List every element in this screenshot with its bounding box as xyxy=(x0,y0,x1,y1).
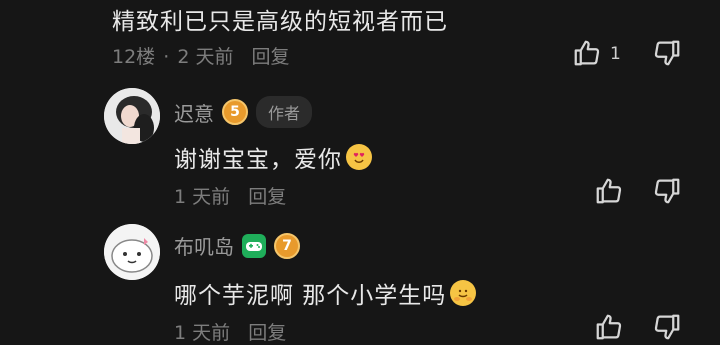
comment-meta: 1 天前 回复 xyxy=(174,182,286,209)
comment-body: 谢谢宝宝，爱你 xyxy=(174,140,372,174)
avatar-image xyxy=(104,88,160,144)
level-number: 5 xyxy=(230,104,240,120)
thumbs-up-icon xyxy=(574,40,600,66)
comment-body: 哪个芋泥啊 那个小学生吗 xyxy=(174,276,477,310)
heart-eyes-emoji-icon xyxy=(346,144,372,170)
reply-button[interactable]: 回复 xyxy=(248,322,286,344)
like-count: 1 xyxy=(610,44,621,64)
thumbs-up-icon xyxy=(596,314,622,340)
level-number: 7 xyxy=(282,237,292,254)
floor-number: 12楼 xyxy=(112,46,156,68)
thumbs-down-icon xyxy=(654,178,680,204)
username[interactable]: 迟意 xyxy=(174,98,214,127)
thumbs-down-icon xyxy=(654,40,680,66)
username[interactable]: 布叽岛 xyxy=(174,231,234,260)
user-row: 布叽岛 7 xyxy=(174,231,300,260)
gamepad-badge-icon xyxy=(242,233,266,258)
thumbs-down-icon xyxy=(654,314,680,340)
user-row: 迟意 5 作者 xyxy=(174,96,313,128)
like-button[interactable] xyxy=(594,312,624,342)
comment-text: 哪个芋泥啊 那个小学生吗 xyxy=(174,283,447,309)
dislike-button[interactable] xyxy=(652,176,682,206)
hug-emoji-icon xyxy=(450,280,477,306)
dislike-button[interactable] xyxy=(652,312,682,342)
avatar-image xyxy=(104,224,160,280)
author-tag: 作者 xyxy=(256,96,313,128)
comment-text: 精致利已只是高级的短视者而已 xyxy=(112,9,448,35)
comment-meta: 12楼 · 2 天前 回复 xyxy=(112,42,290,69)
comment-time: 1 天前 xyxy=(174,322,231,344)
like-button[interactable] xyxy=(572,38,602,68)
reply-button[interactable]: 回复 xyxy=(248,186,286,208)
comment-time: 1 天前 xyxy=(174,186,231,208)
level-badge-icon: 7 xyxy=(274,232,300,259)
dislike-button[interactable] xyxy=(652,38,682,68)
comment-time: 2 天前 xyxy=(177,46,234,68)
like-button[interactable] xyxy=(594,176,624,206)
reply-button[interactable]: 回复 xyxy=(252,46,290,68)
comment-text: 谢谢宝宝，爱你 xyxy=(174,147,342,173)
meta-separator: · xyxy=(163,46,170,68)
level-badge-icon: 5 xyxy=(222,99,248,125)
avatar[interactable] xyxy=(104,88,160,144)
avatar[interactable] xyxy=(104,224,160,280)
thumbs-up-icon xyxy=(596,178,622,204)
